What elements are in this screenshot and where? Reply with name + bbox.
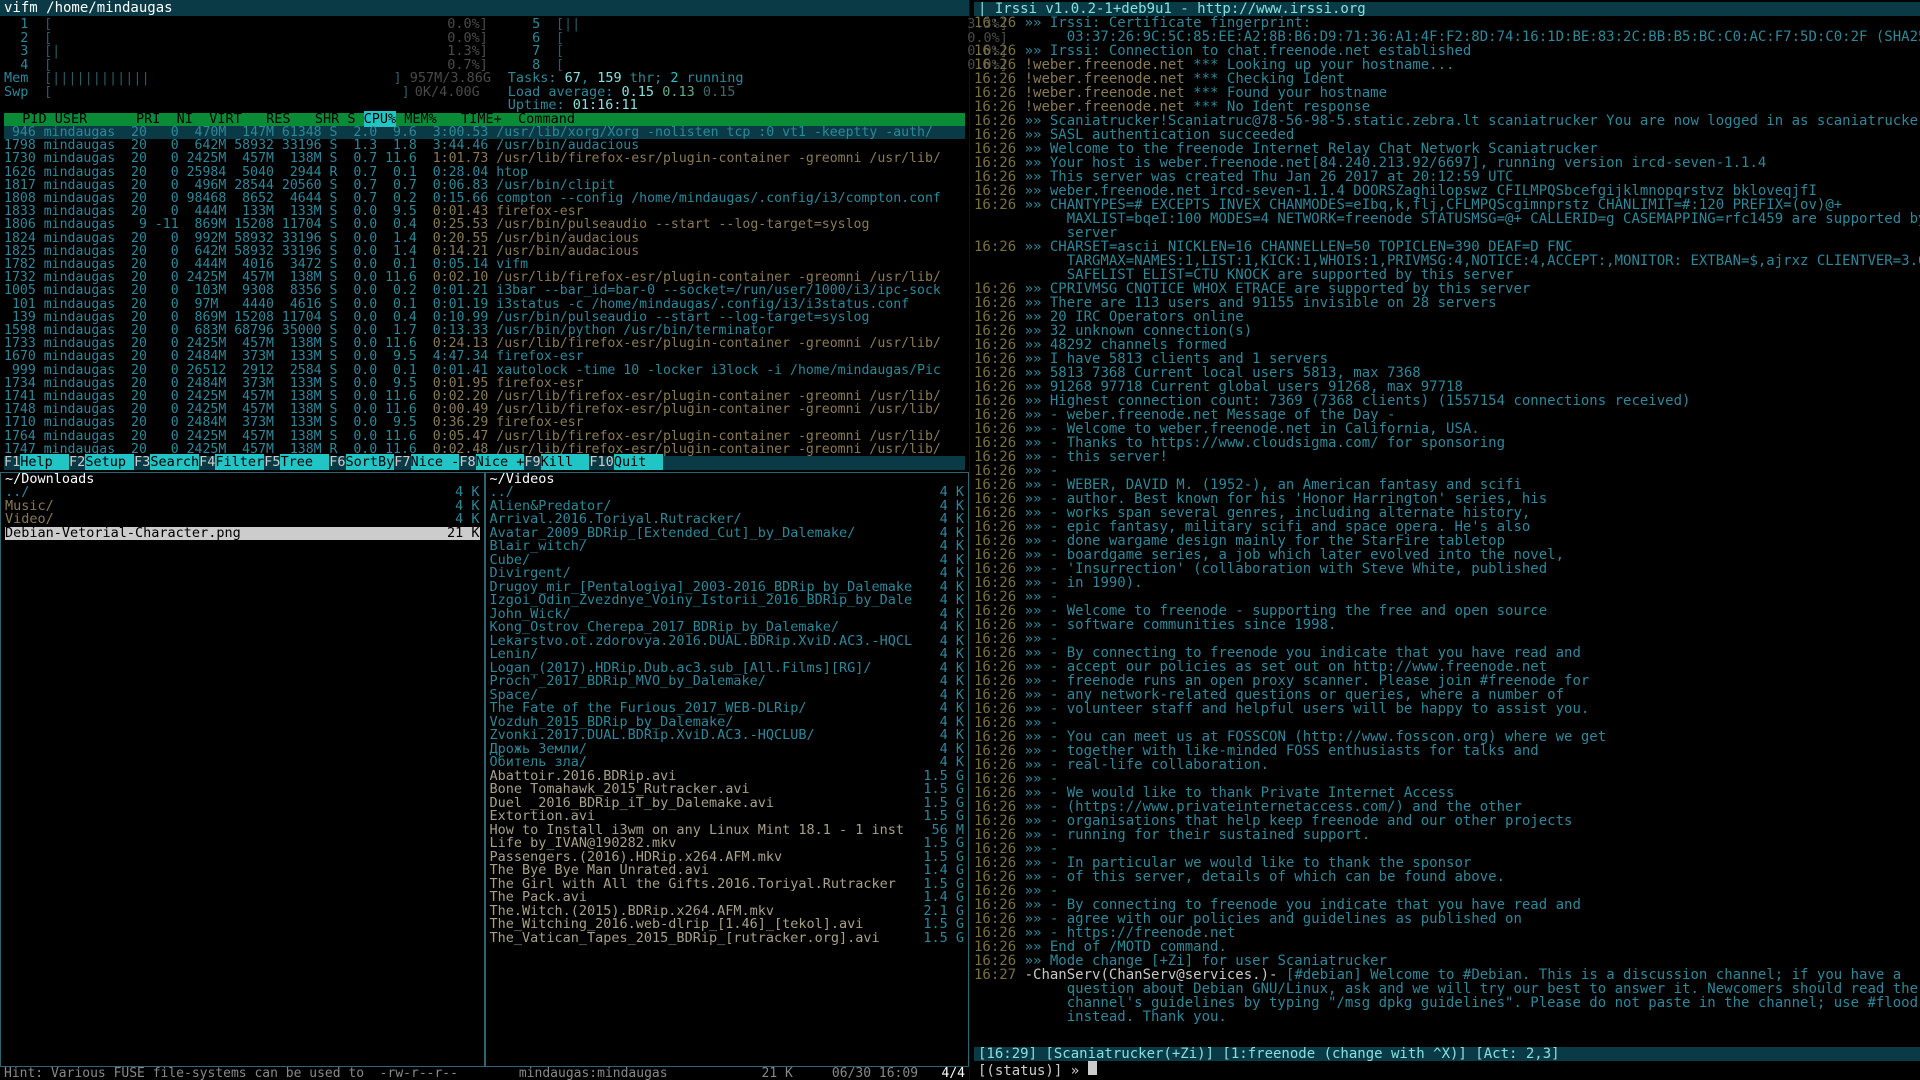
log-line: 16:26 !weber.freenode.net *** Looking up…: [974, 58, 1920, 72]
process-list[interactable]: 946 mindaugas 20 0 470M 147M 61348 S 2.0…: [4, 126, 965, 456]
log-line: 16:26 !weber.freenode.net *** Checking I…: [974, 72, 1920, 86]
log-line: 16:26 »» - works span several genres, in…: [974, 506, 1920, 520]
log-line: 16:26 »» - boardgame series, a job which…: [974, 548, 1920, 562]
log-line: channel's guidelines by typing "/msg dpk…: [974, 996, 1920, 1010]
log-line: 16:26 »» - agree with our policies and g…: [974, 912, 1920, 926]
log-line: SAFELIST ELIST=CTU KNOCK are supported b…: [974, 268, 1920, 282]
log-line: 16:26 »» - epic fantasy, military scifi …: [974, 520, 1920, 534]
log-line: 16:26 »» weber.freenode.net ircd-seven-1…: [974, 184, 1920, 198]
log-line: 16:26 »» 32 unknown connection(s): [974, 324, 1920, 338]
log-line: 16:26 »» There are 113 users and 91155 i…: [974, 296, 1920, 310]
log-line: 16:26 »» Irssi: Connection to chat.freen…: [974, 44, 1920, 58]
list-item[interactable]: Lekarstvo.ot.zdorovya.2016.DUAL.BDRip.Xv…: [490, 635, 965, 649]
irssi-log[interactable]: 16:26 »» Irssi: Certificate fingerprint:…: [974, 16, 1920, 1047]
log-line: 16:26 »» - WEBER, DAVID M. (1952-), an A…: [974, 478, 1920, 492]
log-line: server: [974, 226, 1920, 240]
log-line: 16:26 »» 48292 channels formed: [974, 338, 1920, 352]
log-line: 16:26 !weber.freenode.net *** No Ident r…: [974, 100, 1920, 114]
htop-panel: 1[ 0.0%] 2[ 0.0%] 3[| 1.3%] 4[: [0, 16, 969, 472]
log-line: 16:26 »» CPRIVMSG CNOTICE WHOX ETRACE ar…: [974, 282, 1920, 296]
log-line: 16:26 »» CHARSET=ascii NICKLEN=16 CHANNE…: [974, 240, 1920, 254]
log-line: 16:26 »» - software communities since 19…: [974, 618, 1920, 632]
log-line: 16:26 »» 5813 7368 Current local users 5…: [974, 366, 1920, 380]
pane-downloads[interactable]: ~/Downloads ../4 KMusic/4 KVideo/4 KDebi…: [0, 472, 485, 1067]
log-line: 16:26 »» -: [974, 464, 1920, 478]
log-line: 16:26 »» - weber.freenode.net Message of…: [974, 408, 1920, 422]
log-line: 16:26 !weber.freenode.net *** Found your…: [974, 86, 1920, 100]
log-line: 16:26 »» - Welcome to weber.freenode.net…: [974, 422, 1920, 436]
log-line: 16:26 »» -: [974, 716, 1920, 730]
log-line: 16:26 »» - volunteer staff and helpful u…: [974, 702, 1920, 716]
irssi-input[interactable]: [(status)] »: [974, 1061, 1920, 1078]
log-line: 16:26 »» End of /MOTD command.: [974, 940, 1920, 954]
log-line: 16:26 »» - running for their sustained s…: [974, 828, 1920, 842]
log-line: question about Debian GNU/Linux, ask and…: [974, 982, 1920, 996]
log-line: 16:26 »» - done wargame design mainly fo…: [974, 534, 1920, 548]
log-line: 16:26 »» - any network-related questions…: [974, 688, 1920, 702]
log-line: instead. Thank you.: [974, 1010, 1920, 1024]
log-line: 16:26 »» Your host is weber.freenode.net…: [974, 156, 1920, 170]
log-line: 16:26 »» -: [974, 590, 1920, 604]
irssi-panel: | Irssi v1.0.2-1+deb9u1 - http://www.irs…: [970, 0, 1920, 1080]
log-line: 16:26 »» - organisations that help keep …: [974, 814, 1920, 828]
log-line: 16:26 »» - In particular we would like t…: [974, 856, 1920, 870]
log-line: 16:26 »» - Welcome to freenode - support…: [974, 604, 1920, 618]
list-item[interactable]: ../4 K: [5, 486, 480, 500]
log-line: 16:26 »» Welcome to the freenode Interne…: [974, 142, 1920, 156]
log-line: 03:37:26:9C:5C:85:EE:A2:8B:B6:D9:71:36:A…: [974, 30, 1920, 44]
pane-title-left: ~/Downloads: [1, 473, 484, 487]
log-line: 16:27 -ChanServ(ChanServ@services.)- [#d…: [974, 968, 1920, 982]
log-line: 16:26 »» 91268 97718 Current global user…: [974, 380, 1920, 394]
log-line: TARGMAX=NAMES:1,LIST:1,KICK:1,WHOIS:1,PR…: [974, 254, 1920, 268]
log-line: 16:26 »» 20 IRC Operators online: [974, 310, 1920, 324]
log-line: 16:26 »» -: [974, 842, 1920, 856]
log-line: 16:26 »» - Thanks to https://www.cloudsi…: [974, 436, 1920, 450]
log-line: 16:26 »» - freenode runs an open proxy s…: [974, 674, 1920, 688]
log-line: 16:26 »» - You can meet us at FOSSCON (h…: [974, 730, 1920, 744]
log-line: 16:26 »» Scaniatrucker!Scaniatruc@78-56-…: [974, 114, 1920, 128]
log-line: 16:26 »» CHANTYPES=# EXCEPTS INVEX CHANM…: [974, 198, 1920, 212]
log-line: 16:26 »» - By connecting to freenode you…: [974, 646, 1920, 660]
log-line: 16:26 »» Mode change [+Zi] for user Scan…: [974, 954, 1920, 968]
log-line: 16:26 »» This server was created Thu Jan…: [974, 170, 1920, 184]
pane-title-right: ~/Videos: [486, 473, 969, 487]
list-item[interactable]: Debian-Vetorial-Character.png21 K: [5, 527, 480, 541]
process-header[interactable]: PID USER PRI NI VIRT RES SHR S CPU% MEM%…: [4, 113, 965, 127]
log-line: 16:26 »» - together with like-minded FOS…: [974, 744, 1920, 758]
log-line: 16:26 »» - accept our policies as set ou…: [974, 660, 1920, 674]
log-line: 16:26 »» - author. Best known for his 'H…: [974, 492, 1920, 506]
log-line: 16:26 »» -: [974, 632, 1920, 646]
log-line: 16:26 »» - real-life collaboration.: [974, 758, 1920, 772]
log-line: 16:26 »» Highest connection count: 7369 …: [974, 394, 1920, 408]
log-line: 16:26 »» -: [974, 772, 1920, 786]
log-line: 16:26 »» -: [974, 884, 1920, 898]
vifm-statusline: Hint: Various FUSE file-systems can be u…: [0, 1067, 969, 1080]
list-item[interactable]: Music/4 K: [5, 500, 480, 514]
irssi-topbar: | Irssi v1.0.2-1+deb9u1 - http://www.irs…: [974, 2, 1920, 16]
swap-usage: 0K/4.00G: [410, 86, 480, 100]
list-item[interactable]: The_Vatican_Tapes_2015_BDRip_[rutracker.…: [490, 932, 965, 946]
vifm-panes: ~/Downloads ../4 KMusic/4 KVideo/4 KDebi…: [0, 472, 969, 1067]
log-line: 16:26 »» - https://freenode.net: [974, 926, 1920, 940]
log-line: 16:26 »» I have 5813 clients and 1 serve…: [974, 352, 1920, 366]
log-line: 16:26 »» - in 1990).: [974, 576, 1920, 590]
irssi-statusbar: [16:29] [Scaniatrucker(+Zi)] [1:freenode…: [974, 1047, 1920, 1061]
log-line: 16:26 »» - this server!: [974, 450, 1920, 464]
log-line: 16:26 »» - 'Insurrection' (collaboration…: [974, 562, 1920, 576]
list-item[interactable]: Proch'_2017_BDRip_MVO_by_Dalemake/4 K: [490, 675, 965, 689]
log-line: 16:26 »» Irssi: Certificate fingerprint:: [974, 16, 1920, 30]
log-line: 16:26 »» - By connecting to freenode you…: [974, 898, 1920, 912]
log-line: 16:26 »» - We would like to thank Privat…: [974, 786, 1920, 800]
log-line: MAXLIST=bqeI:100 MODES=4 NETWORK=freenod…: [974, 212, 1920, 226]
log-line: 16:26 »» - (https://www.privateinterneta…: [974, 800, 1920, 814]
log-line: 16:26 »» - of this server, details of wh…: [974, 870, 1920, 884]
pane-videos[interactable]: ~/Videos ../4 KAlien&Predator/4 KArrival…: [485, 472, 970, 1067]
list-item[interactable]: Blair_witch/4 K: [490, 540, 965, 554]
log-line: 16:26 »» SASL authentication succeeded: [974, 128, 1920, 142]
htop-fkeys[interactable]: F1Help F2Setup F3SearchF4FilterF5Tree F6…: [4, 456, 965, 470]
window-title: vifm /home/mindaugas: [0, 0, 969, 16]
